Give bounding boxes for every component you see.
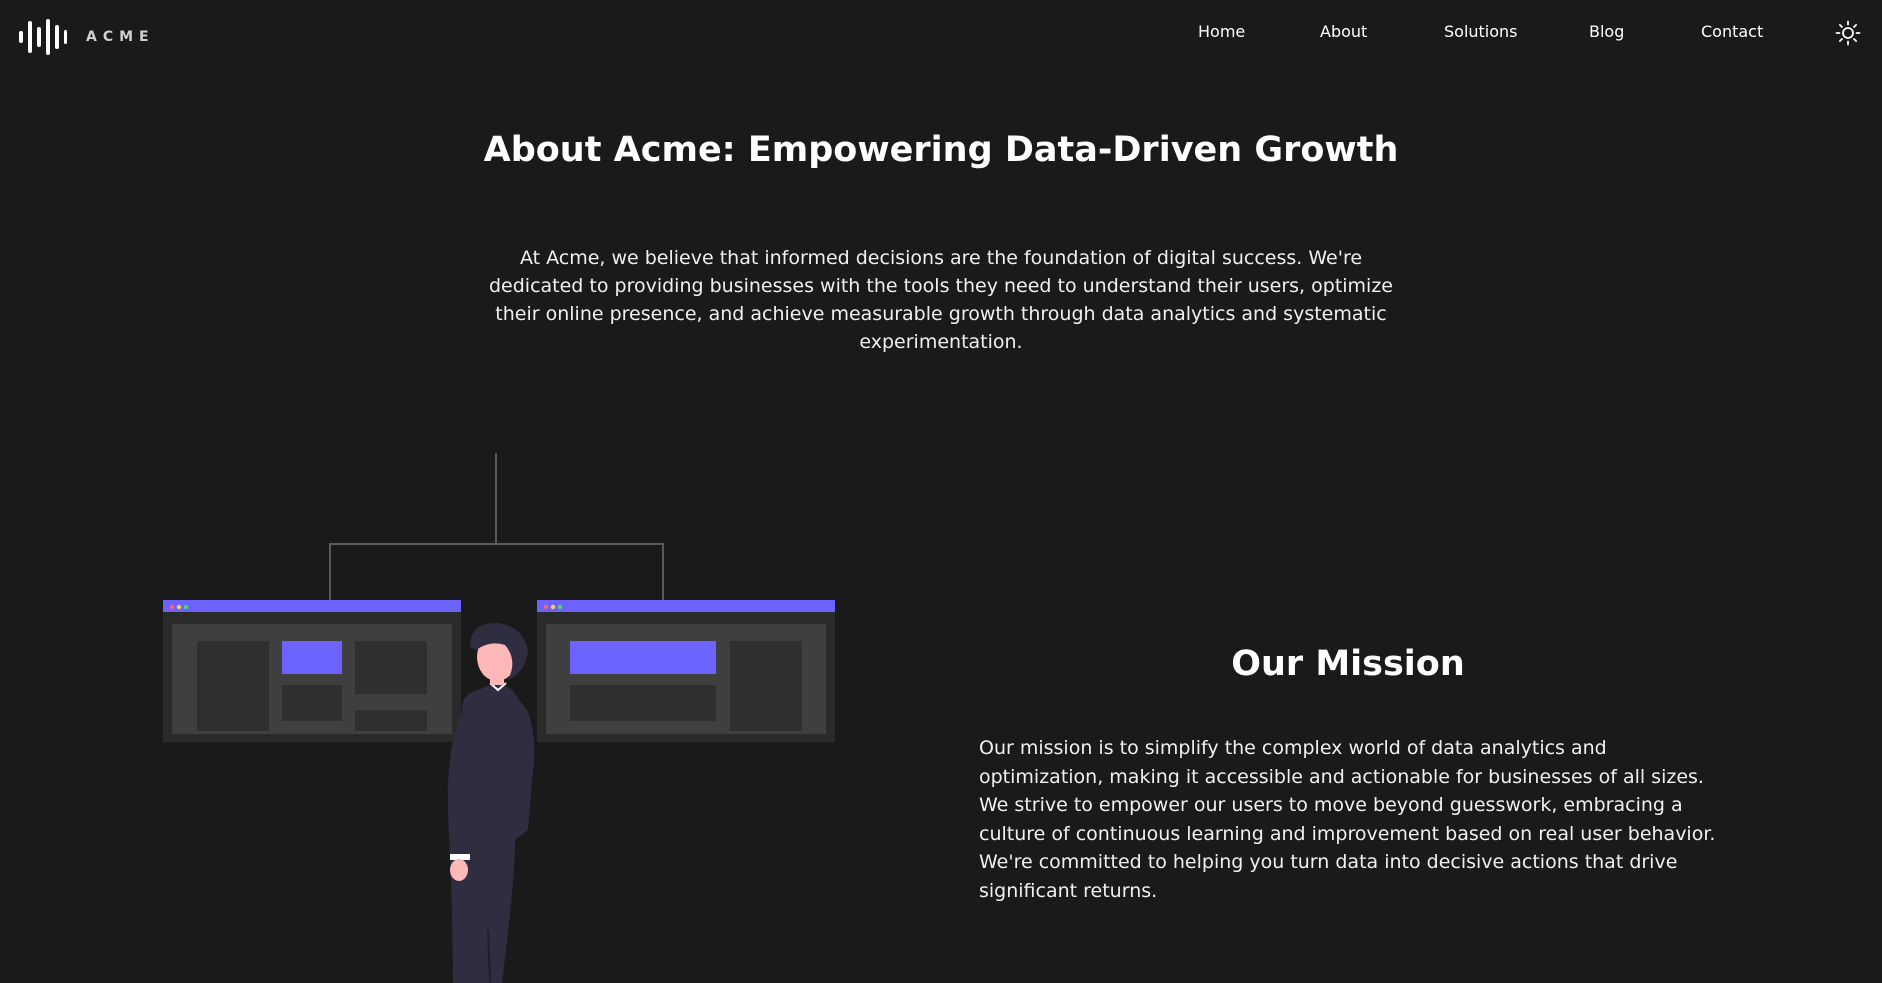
connector-lines <box>329 453 664 600</box>
nav-item-home[interactable]: Home <box>1198 22 1245 41</box>
mission-title: Our Mission <box>1231 644 1465 684</box>
nav-item-solutions[interactable]: Solutions <box>1444 22 1518 41</box>
intro-paragraph: At Acme, we believe that informed decisi… <box>488 247 1393 353</box>
nav-item-about[interactable]: About <box>1320 22 1367 41</box>
mission-paragraph: Our mission is to simplify the complex w… <box>979 737 1716 902</box>
nav-item-contact[interactable]: Contact <box>1701 22 1763 41</box>
logo[interactable]: ACME <box>18 18 155 56</box>
analytics-dashboard-illustration <box>163 453 835 983</box>
logo-waveform-icon <box>19 19 67 55</box>
left-screen <box>163 600 461 742</box>
page-title: About Acme: Empowering Data-Driven Growt… <box>483 130 1399 170</box>
sun-icon <box>1835 20 1861 46</box>
nav-item-blog[interactable]: Blog <box>1589 22 1624 41</box>
site-header: ACME Home About Solutions Blog Contact <box>0 0 1882 75</box>
logo-text: ACME <box>86 29 155 45</box>
theme-toggle-button[interactable] <box>1835 20 1861 46</box>
right-screen <box>537 600 835 742</box>
